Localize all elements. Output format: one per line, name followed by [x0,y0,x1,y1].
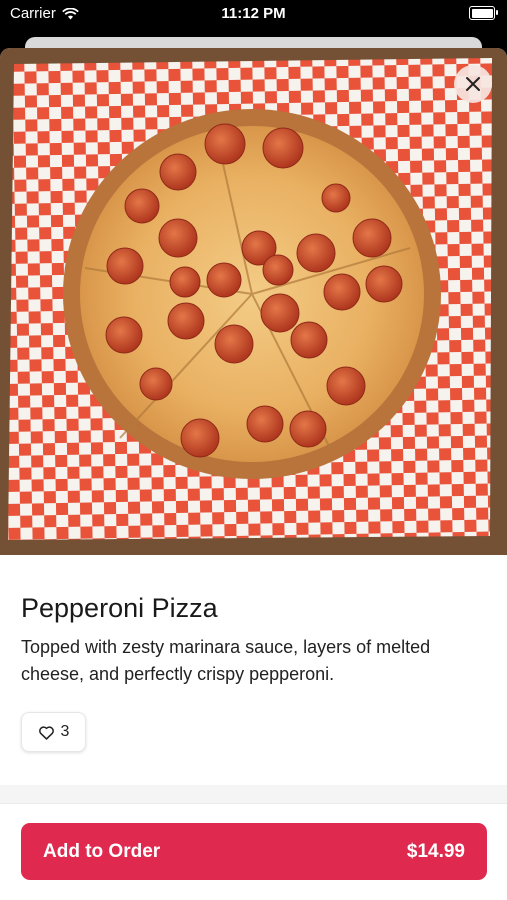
item-title: Pepperoni Pizza [21,593,218,623]
close-button[interactable] [454,65,492,103]
add-to-order-button[interactable]: Add to Order $14.99 [21,823,487,880]
add-to-order-label: Add to Order [43,840,161,862]
bottom-bar: Add to Order $14.99 [0,803,507,900]
clock: 11:12 PM [221,5,286,22]
status-bar: Carrier 11:12 PM [0,0,507,30]
order-price: $14.99 [406,840,465,862]
like-count: 3 [60,723,70,740]
battery-icon [469,6,498,20]
item-photo [0,48,507,555]
item-description: Topped with zesty marinara sauce, layers… [21,637,431,684]
battery-fill [471,8,493,18]
item-details: Pepperoni Pizza Topped with zesty marina… [0,555,507,785]
heart-outline-icon [38,725,54,740]
close-icon [466,77,480,91]
like-button[interactable]: 3 [21,712,86,752]
item-detail-sheet: Pepperoni Pizza Topped with zesty marina… [0,48,507,900]
